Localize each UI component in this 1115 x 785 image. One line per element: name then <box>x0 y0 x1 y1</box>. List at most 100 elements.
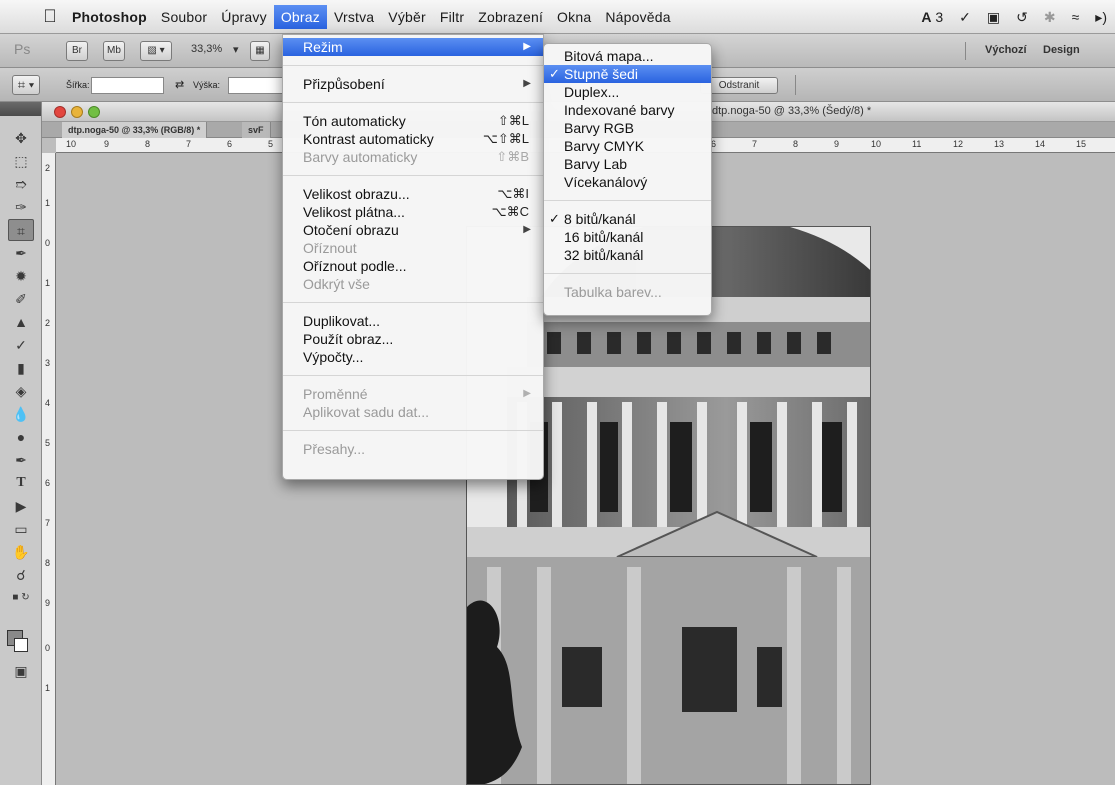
menu-filtr[interactable]: Filtr <box>433 5 471 29</box>
pen-tool-icon[interactable]: ✒ <box>8 449 34 471</box>
width-field[interactable] <box>91 77 164 94</box>
menu-item-barvy-cmyk[interactable]: Barvy CMYK <box>544 137 711 155</box>
height-field[interactable] <box>228 77 283 94</box>
adobe-updates-icon[interactable]: A 3 <box>921 9 943 25</box>
brush-tool-icon[interactable]: ✐ <box>8 288 34 310</box>
swap-icon[interactable]: ⇄ <box>175 78 184 91</box>
menu-item-duplikovat[interactable]: Duplikovat... <box>283 312 543 330</box>
zoom-tool-icon[interactable]: ☌ <box>8 564 34 586</box>
display-icon[interactable]: ▣ <box>987 9 1000 26</box>
menu-item-velikost-obrazu[interactable]: Velikost obrazu... ⌥⌘I <box>283 185 543 203</box>
crop-tool-icon[interactable]: ⌗ <box>8 219 34 241</box>
menu-item-pouzit-obraz[interactable]: Použít obraz... <box>283 330 543 348</box>
zoom-window-button[interactable] <box>88 106 100 118</box>
vruler-tick: 1 <box>45 278 51 288</box>
eraser-tool-icon[interactable]: ▮ <box>8 357 34 379</box>
menu-item-kontrast-automaticky[interactable]: Kontrast automaticky ⌥⇧⌘L <box>283 130 543 148</box>
menu-item-velikost-platna[interactable]: Velikost plátna... ⌥⌘C <box>283 203 543 221</box>
menu-item-32-bitu[interactable]: 32 bitů/kanál <box>544 246 711 264</box>
menu-item-label: Barvy CMYK <box>564 138 645 154</box>
quick-mask-icon[interactable]: ▣ <box>8 660 34 682</box>
menu-item-bitova-mapa[interactable]: Bitová mapa... <box>544 47 711 65</box>
apple-menu-icon[interactable]:  <box>35 6 65 27</box>
hand-tool-icon[interactable]: ✋ <box>8 541 34 563</box>
document-tab-2[interactable]: svF <box>242 122 271 138</box>
volume-icon[interactable]: ▸) <box>1095 9 1107 26</box>
menu-photoshop[interactable]: Photoshop <box>65 5 154 29</box>
menu-item-label: 8 bitů/kanál <box>564 211 636 227</box>
swap-colors-icon[interactable]: ■ ↻ <box>8 587 34 609</box>
move-tool-icon[interactable]: ✥ <box>8 127 34 149</box>
vruler-tick: 2 <box>45 163 51 173</box>
quick-selection-tool-icon[interactable]: ✑ <box>8 196 34 218</box>
background-color-swatch[interactable] <box>14 638 28 652</box>
menu-item-indexovane-barvy[interactable]: Indexované barvy <box>544 101 711 119</box>
wifi-icon[interactable]: ≈ <box>1072 9 1080 25</box>
menu-soubor[interactable]: Soubor <box>154 5 214 29</box>
arrange-documents-button[interactable]: ▦ <box>250 41 270 61</box>
menu-obraz[interactable]: Obraz <box>273 4 327 29</box>
rectangle-tool-icon[interactable]: ▭ <box>8 518 34 540</box>
menu-item-stupne-sedi[interactable]: ✓ Stupně šedi <box>544 65 711 83</box>
time-machine-icon[interactable]: ↺ <box>1016 9 1028 26</box>
zoom-level[interactable]: 33,3% <box>191 43 222 55</box>
menu-item-label: 16 bitů/kanál <box>564 229 644 245</box>
workspace-vychozi[interactable]: Výchozí <box>985 44 1027 56</box>
menu-upravy[interactable]: Úpravy <box>214 5 274 29</box>
menu-item-aplikovat-sadu-dat: Aplikovat sadu dat... <box>283 403 543 421</box>
menu-item-8-bitu[interactable]: ✓ 8 bitů/kanál <box>544 210 711 228</box>
menu-item-barvy-lab[interactable]: Barvy Lab <box>544 155 711 173</box>
menu-vrstva[interactable]: Vrstva <box>327 5 381 29</box>
bridge-button[interactable]: Br <box>66 41 88 61</box>
menu-vyber[interactable]: Výběr <box>381 5 433 29</box>
hruler-tick: 5 <box>268 139 274 149</box>
document-tab-1[interactable]: dtp.noga-50 @ 33,3% (RGB/8) * <box>62 122 208 138</box>
hruler-tick: 13 <box>994 139 1005 149</box>
menu-item-label: Duplex... <box>564 84 620 100</box>
view-extras-button[interactable]: ▧ ▾ <box>140 41 172 61</box>
bluetooth-icon[interactable]: ✱ <box>1044 9 1056 26</box>
menu-separator <box>283 175 543 176</box>
menu-item-label: Výpočty... <box>303 349 364 365</box>
menu-zobrazeni[interactable]: Zobrazení <box>471 5 550 29</box>
eyedropper-tool-icon[interactable]: ✒ <box>8 242 34 264</box>
menu-item-vicekanalovy[interactable]: Vícekanálový <box>544 173 711 191</box>
zoom-dropdown-icon[interactable]: ▾ <box>233 43 239 56</box>
vruler-tick: 7 <box>45 518 51 528</box>
menu-item-barvy-rgb[interactable]: Barvy RGB <box>544 119 711 137</box>
menu-okna[interactable]: Okna <box>550 5 598 29</box>
menu-napoveda[interactable]: Nápověda <box>598 5 677 29</box>
menu-item-oriznout-podle[interactable]: Oříznout podle... <box>283 257 543 275</box>
hruler-tick: 7 <box>752 139 758 149</box>
paint-bucket-tool-icon[interactable]: ◈ <box>8 380 34 402</box>
workspace-design[interactable]: Design <box>1043 44 1080 56</box>
menu-item-label: Režim <box>303 39 343 55</box>
menu-item-duplex[interactable]: Duplex... <box>544 83 711 101</box>
marquee-tool-icon[interactable]: ⬚ <box>8 150 34 172</box>
menu-separator <box>283 102 543 103</box>
menu-item-16-bitu[interactable]: 16 bitů/kanál <box>544 228 711 246</box>
menu-item-vypocty[interactable]: Výpočty... <box>283 348 543 366</box>
close-window-button[interactable] <box>54 106 66 118</box>
minimize-window-button[interactable] <box>71 106 83 118</box>
tools-panel-header[interactable] <box>0 102 41 116</box>
blur-tool-icon[interactable]: 💧 <box>8 403 34 425</box>
menu-item-otoceni-obrazu[interactable]: Otočení obrazu ▶ <box>283 221 543 239</box>
history-brush-tool-icon[interactable]: ✓ <box>8 334 34 356</box>
vruler-tick: 6 <box>45 478 51 488</box>
menu-item-prizpusobeni[interactable]: Přizpůsobení ▶ <box>283 75 543 93</box>
eye-icon[interactable]: ✓ <box>959 9 971 26</box>
lasso-tool-icon[interactable]: ➱ <box>8 173 34 195</box>
clone-stamp-tool-icon[interactable]: ▲ <box>8 311 34 333</box>
menu-item-label: Tón automaticky <box>303 113 406 129</box>
dodge-tool-icon[interactable]: ● <box>8 426 34 448</box>
menu-item-rezim[interactable]: Režim ▶ <box>283 38 543 56</box>
crop-tool-preset-button[interactable]: ⌗ ▾ <box>12 75 40 95</box>
minibridge-button[interactable]: Mb <box>103 41 125 61</box>
hruler-tick: 6 <box>227 139 233 149</box>
healing-brush-tool-icon[interactable]: ✹ <box>8 265 34 287</box>
menu-item-label: Vícekanálový <box>564 174 648 190</box>
menu-item-ton-automaticky[interactable]: Tón automaticky ⇧⌘L <box>283 112 543 130</box>
path-selection-tool-icon[interactable]: ▶ <box>8 495 34 517</box>
type-tool-icon[interactable]: T <box>8 472 34 494</box>
